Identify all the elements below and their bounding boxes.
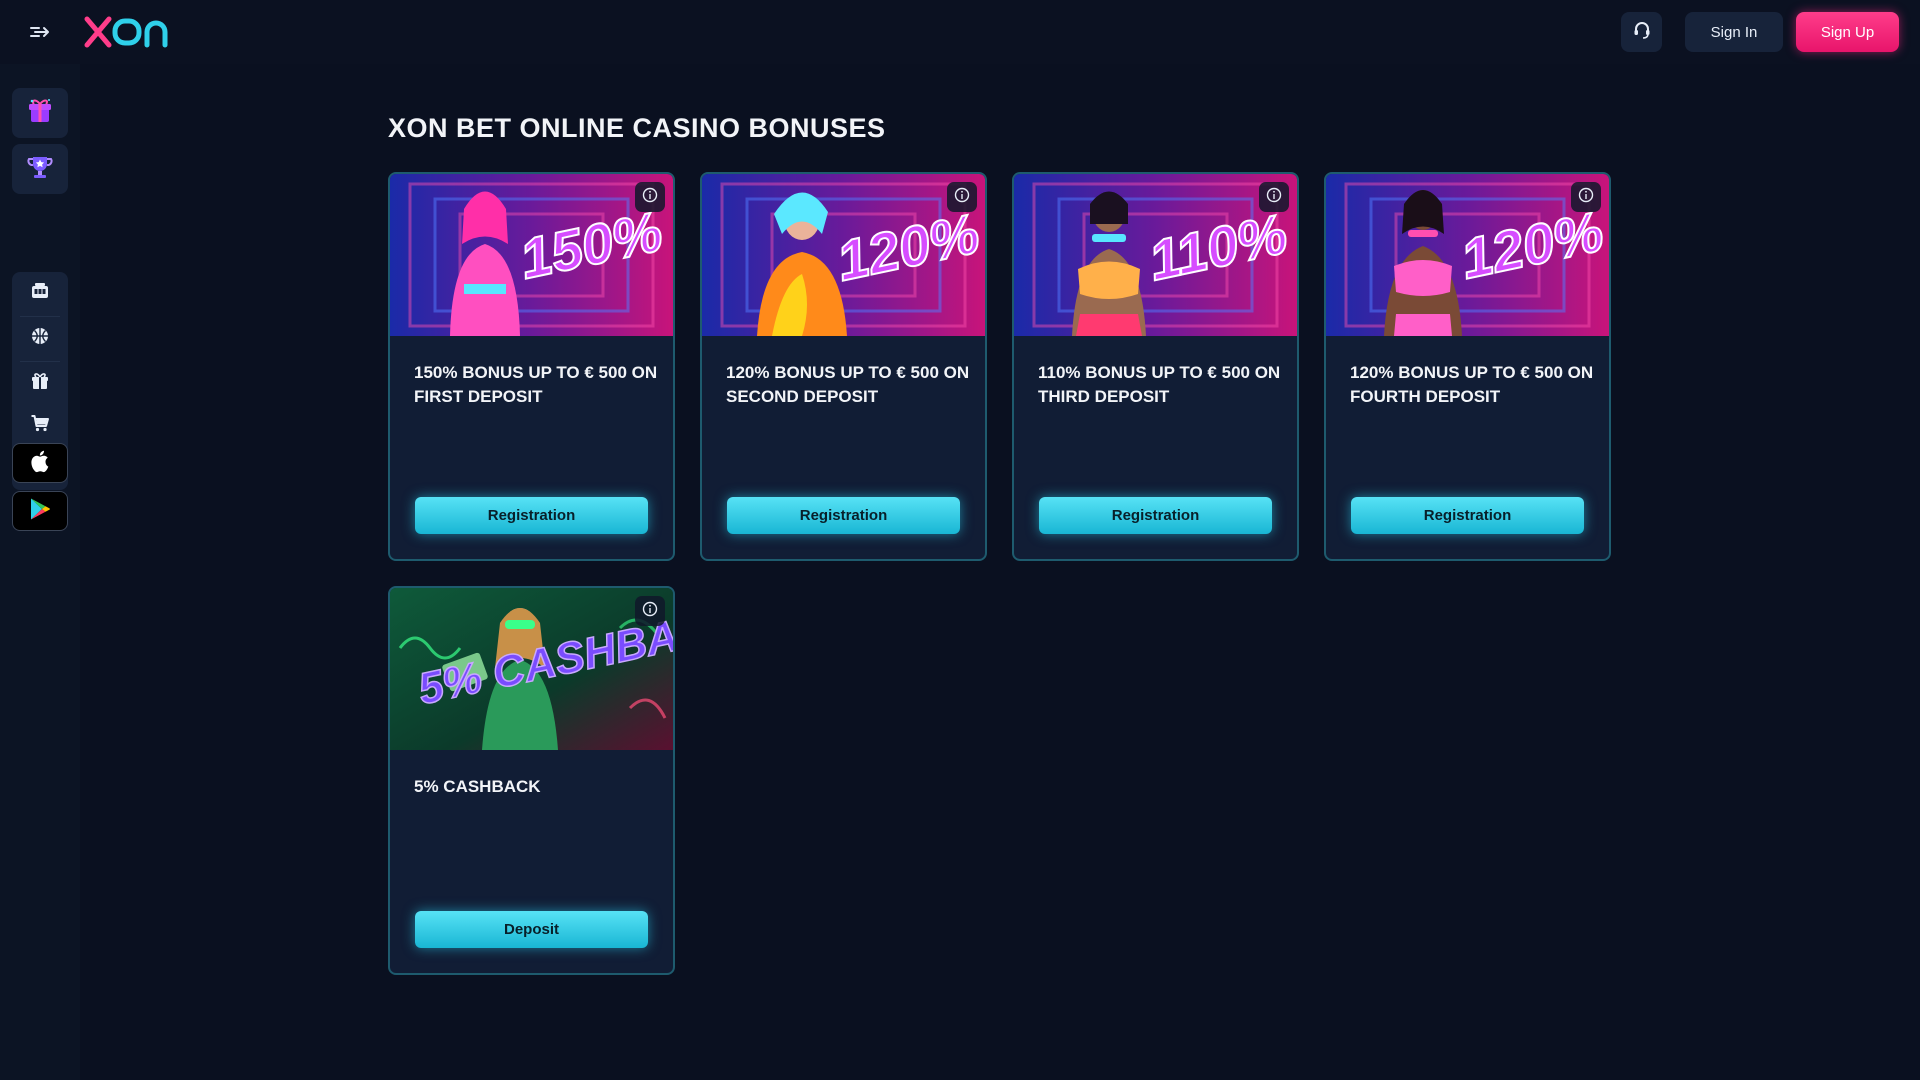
bonus-card-title: 110% BONUS UP TO € 500 ON THIRD DEPOSIT [1038, 363, 1281, 406]
gift-icon [30, 371, 50, 396]
bonus-card-image: 5% CASHBACK [390, 588, 673, 750]
bonus-card-image: 110% [1014, 174, 1297, 336]
bonus-card-image: 120% [1326, 174, 1609, 336]
bonus-card-image: 150% [390, 174, 673, 336]
google-play-button[interactable] [12, 491, 68, 531]
info-button[interactable] [1259, 182, 1289, 212]
trophy-icon [25, 152, 55, 187]
info-button[interactable] [1571, 182, 1601, 212]
bonus-card-title: 120% BONUS UP TO € 500 ON SECOND DEPOSIT [726, 363, 970, 406]
sidebar-promo-tournament[interactable] [12, 144, 68, 194]
bonus-card-title: 5% CASHBACK [414, 777, 541, 796]
sidebar-item-sports[interactable] [12, 317, 68, 360]
sidebar [0, 64, 80, 1080]
sign-up-button[interactable]: Sign Up [1796, 12, 1899, 52]
headset-icon [1632, 20, 1652, 45]
basketball-icon [30, 326, 50, 351]
page-title: XON BET ONLINE CASINO BONUSES [388, 113, 886, 143]
top-header: Sign In Sign Up [0, 0, 1920, 64]
info-icon [642, 187, 658, 208]
sidebar-item-shop[interactable] [12, 404, 68, 447]
bonus-card-title: 150% BONUS UP TO € 500 ON FIRST DEPOSIT [414, 363, 658, 406]
sidebar-promo-gift[interactable] [12, 88, 68, 138]
info-icon [1266, 187, 1282, 208]
gift-box-icon [25, 96, 55, 131]
bonus-card: 150% 150% BONUS UP TO € 500 ON FIRST DEP… [388, 172, 675, 561]
registration-button[interactable]: Registration [727, 497, 960, 534]
info-button[interactable] [635, 596, 665, 626]
sidebar-item-casino[interactable] [12, 272, 68, 315]
app-store-button[interactable] [12, 443, 68, 483]
info-icon [642, 601, 658, 622]
registration-button[interactable]: Registration [415, 497, 648, 534]
slot-machine-icon [30, 281, 50, 306]
shop-cart-icon [30, 413, 50, 438]
sidebar-item-bonuses[interactable] [12, 362, 68, 405]
xon-logo[interactable] [84, 14, 174, 50]
bonus-card-image: 120% [702, 174, 985, 336]
support-button[interactable] [1621, 12, 1662, 52]
registration-button[interactable]: Registration [1351, 497, 1584, 534]
google-play-icon [29, 497, 51, 526]
bonus-card: 110% 110% BONUS UP TO € 500 ON THIRD DEP… [1012, 172, 1299, 561]
sidebar-toggle-icon[interactable] [26, 20, 54, 44]
deposit-button[interactable]: Deposit [415, 911, 648, 948]
info-icon [954, 187, 970, 208]
bonus-card: 5% CASHBACK 5% CASHBACK Deposit [388, 586, 675, 975]
info-button[interactable] [635, 182, 665, 212]
info-icon [1578, 187, 1594, 208]
info-button[interactable] [947, 182, 977, 212]
bonus-card: 120% 120% BONUS UP TO € 500 ON FOURTH DE… [1324, 172, 1611, 561]
apple-icon [30, 449, 50, 478]
sign-in-button[interactable]: Sign In [1685, 12, 1783, 52]
bonus-card-title: 120% BONUS UP TO € 500 ON FOURTH DEPOSIT [1350, 363, 1594, 406]
registration-button[interactable]: Registration [1039, 497, 1272, 534]
bonus-card: 120% 120% BONUS UP TO € 500 ON SECOND DE… [700, 172, 987, 561]
